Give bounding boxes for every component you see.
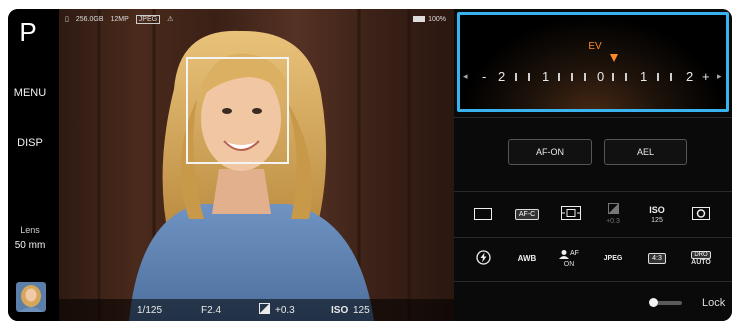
file-format-button[interactable]: JPEG xyxy=(594,239,632,277)
menu-button[interactable]: MENU xyxy=(8,87,52,99)
face-eye-af-button[interactable]: AF ON xyxy=(550,239,588,277)
dro-button[interactable]: DRO AUTO xyxy=(682,239,720,277)
ev-scale-plus: + xyxy=(702,69,710,84)
warning-icon: ⚠ xyxy=(167,16,174,23)
dro-value: AUTO xyxy=(691,258,711,266)
ev-scale-plus-2: 2 xyxy=(686,69,694,84)
exposure-comp-value: +0.3 xyxy=(606,218,620,225)
image-size: 12MP xyxy=(110,15,129,23)
lock-row: Lock xyxy=(454,293,732,315)
ev-scale-plus-1: 1 xyxy=(640,69,648,84)
exposure-comp-icon xyxy=(259,303,270,317)
left-rail: P MENU DISP Lens 50 mm xyxy=(8,9,58,321)
divider xyxy=(454,117,732,118)
exposure-info-bar: 1/125 F2.4 +0.3 ISO 125 xyxy=(59,299,454,321)
drive-single-icon xyxy=(474,208,492,220)
divider xyxy=(454,281,732,282)
exposure-comp-button[interactable]: +0.3 xyxy=(594,195,632,233)
ev-scale-zero: 0 xyxy=(597,69,605,84)
storage-remaining: 256.0GB xyxy=(75,15,104,23)
focus-mode-icon: AF-C xyxy=(514,208,540,220)
face-eye-af-label: AF xyxy=(570,250,579,257)
file-format-badge: JPEG xyxy=(135,14,161,24)
metering-mode-button[interactable] xyxy=(682,195,720,233)
white-balance-button[interactable]: AWB xyxy=(508,239,546,277)
metering-icon xyxy=(692,206,710,222)
af-on-button[interactable]: AF-ON xyxy=(508,139,592,165)
shutter-speed: 1/125 xyxy=(137,304,163,316)
scroll-left-icon[interactable]: ◂ xyxy=(463,71,468,82)
ev-tick xyxy=(584,73,586,81)
ev-tick xyxy=(625,73,627,81)
aperture-value: F2.4 xyxy=(201,304,222,316)
divider xyxy=(454,237,732,238)
ev-pointer-icon xyxy=(610,54,618,62)
ael-button[interactable]: AEL xyxy=(604,139,687,165)
iso-label: ISO xyxy=(331,304,349,316)
settings-panel: EV ◂ - 2 1 0 1 2 + ▸ AF-ON AEL AF-C +0.3… xyxy=(454,9,732,321)
flash-icon xyxy=(475,249,491,267)
ev-tick xyxy=(515,73,517,81)
ev-tick xyxy=(612,73,614,81)
divider xyxy=(454,191,732,192)
aspect-ratio-button[interactable]: 4:3 xyxy=(638,239,676,277)
last-photo-thumbnail[interactable] xyxy=(16,282,46,312)
ev-tick xyxy=(571,73,573,81)
iso-button[interactable]: ISO 125 xyxy=(638,195,676,233)
ev-label: EV xyxy=(588,41,602,52)
face-eye-af-icon: AF xyxy=(559,249,579,259)
ev-tick xyxy=(670,73,672,81)
lens-label: Lens xyxy=(20,225,40,235)
battery-indicator: 100% xyxy=(413,16,446,23)
status-bar: ▯ 256.0GB 12MP JPEG ⚠ 100% xyxy=(59,9,454,29)
file-format-icon: JPEG xyxy=(603,254,623,262)
flash-mode-button[interactable] xyxy=(464,239,502,277)
ev-scale-minus-1: 1 xyxy=(542,69,550,84)
shooting-mode-indicator[interactable]: P xyxy=(8,17,48,48)
drive-mode-button[interactable] xyxy=(464,195,502,233)
camera-screen: P MENU DISP Lens 50 mm ▯ 256.0GB 12MP JP… xyxy=(8,9,732,321)
ev-tick xyxy=(558,73,560,81)
ev-tick xyxy=(657,73,659,81)
dro-icon: DRO xyxy=(691,250,711,259)
ev-scale-minus: - xyxy=(482,69,487,84)
face-eye-af-state: ON xyxy=(563,260,575,268)
battery-level: 100% xyxy=(428,15,446,23)
viewfinder-scene-image xyxy=(59,9,454,321)
iso-value: 125 xyxy=(651,216,663,224)
focus-mode-button[interactable]: AF-C xyxy=(508,195,546,233)
face-detection-frame xyxy=(186,57,289,164)
scroll-right-icon[interactable]: ▸ xyxy=(717,71,722,82)
focus-area-button[interactable] xyxy=(552,195,590,233)
lock-toggle-knob[interactable] xyxy=(649,298,658,307)
exposure-comp-icon xyxy=(607,203,619,216)
iso-icon: ISO xyxy=(649,204,665,215)
iso-value: 125 xyxy=(353,304,370,316)
exposure-comp-value: +0.3 xyxy=(275,304,295,316)
lock-label: Lock xyxy=(702,297,726,309)
battery-icon xyxy=(413,16,426,22)
focus-area-icon xyxy=(561,206,581,222)
ev-tick xyxy=(528,73,530,81)
disp-button[interactable]: DISP xyxy=(8,137,52,149)
aspect-ratio-icon: 4:3 xyxy=(648,252,666,264)
ev-scale[interactable]: ◂ - 2 1 0 1 2 + ▸ xyxy=(460,67,726,87)
storage-icon: ▯ xyxy=(65,16,69,23)
white-balance-icon: AWB xyxy=(517,253,537,263)
ev-dial[interactable]: EV ◂ - 2 1 0 1 2 + ▸ xyxy=(457,12,729,112)
lens-focal-length[interactable]: 50 mm xyxy=(8,240,52,251)
ev-scale-minus-2: 2 xyxy=(498,69,506,84)
live-viewfinder[interactable]: ▯ 256.0GB 12MP JPEG ⚠ 100% 1/125 F2.4 +0… xyxy=(59,9,454,321)
